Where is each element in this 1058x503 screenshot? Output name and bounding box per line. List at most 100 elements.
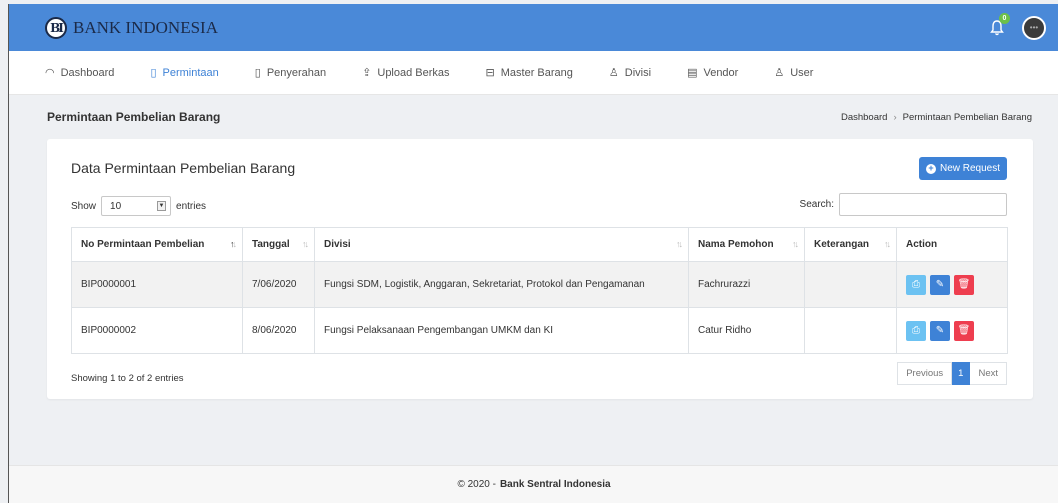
nav-item-penyerahan[interactable]: ▯ Penyerahan [254, 66, 327, 80]
print-button[interactable]: ⎙ [906, 274, 926, 295]
trash-icon: 🗑 [957, 325, 971, 336]
cell-action: ⎙ ✎ 🗑 [896, 307, 1008, 354]
column-header-divisi[interactable]: Divisi ↑↓ [314, 227, 689, 262]
main-nav: ◠ Dashboard ▯ Permintaan ▯ Penyerahan ⇪ … [9, 51, 1058, 95]
table-header-row: No Permintaan Pembelian ↑↓ Tanggal ↑↓ Divi… [71, 227, 1008, 262]
cell-divisi: Fungsi SDM, Logistik, Anggaran, Sekretar… [314, 261, 689, 308]
search-label: Search: [799, 199, 834, 210]
cell-action: ⎙ ✎ 🗑 [896, 261, 1008, 308]
nav-item-label: Upload Berkas [377, 66, 450, 79]
nav-item-label: Master Barang [500, 66, 573, 79]
table-info: Showing 1 to 2 of 2 entries [71, 373, 184, 384]
users-icon: ♙ [608, 67, 619, 79]
sort-icon: ↑↓ [302, 239, 309, 249]
nav-item-label: Dashboard [60, 66, 115, 79]
box-icon: ⊟ [485, 67, 495, 79]
data-card: Data Permintaan Pembelian Barang + New R… [47, 139, 1033, 399]
delete-button[interactable]: 🗑 [954, 274, 974, 295]
entries-label: entries [176, 200, 207, 212]
delete-button[interactable]: 🗑 [954, 320, 974, 341]
nav-item-label: User [790, 66, 814, 79]
pagination: Previous 1 Next [897, 362, 1007, 385]
footer-org: Bank Sentral Indonesia [499, 479, 611, 490]
nav-item-label: Penyerahan [266, 66, 327, 79]
card-title: Data Permintaan Pembelian Barang [71, 160, 296, 176]
table-row: BIP0000002 8/06/2020 Fungsi Pelaksanaan … [71, 307, 1008, 354]
notification-badge: 0 [999, 12, 1010, 24]
nav-item-label: Permintaan [162, 66, 219, 79]
page-footer: © 2020 - Bank Sentral Indonesia [9, 465, 1058, 503]
column-header-keterangan[interactable]: Keterangan ↑↓ [804, 227, 897, 262]
sort-icon: ↑↓ [676, 239, 683, 249]
pencil-icon: ✎ [935, 325, 945, 336]
cell-nama-pemohon: Catur Ridho [688, 307, 805, 354]
nav-item-vendor[interactable]: ▤ Vendor [687, 66, 739, 80]
nav-item-divisi[interactable]: ♙ Divisi [608, 66, 652, 80]
entries-select-value: 10 [110, 200, 122, 212]
page-title: Permintaan Pembelian Barang [47, 110, 221, 124]
cell-keterangan [804, 261, 897, 308]
clipboard-icon: ▯ [150, 67, 157, 79]
page-button-current[interactable]: 1 [952, 362, 971, 385]
sort-icon: ↑↓ [792, 239, 799, 249]
entries-length-control: Show 10 ▼ entries [71, 196, 206, 216]
next-page-button[interactable]: Next [970, 362, 1007, 385]
table-row: BIP0000001 7/06/2020 Fungsi SDM, Logisti… [71, 261, 1008, 308]
brand-name: BANK INDONESIA [73, 17, 218, 37]
column-header-no-permintaan[interactable]: No Permintaan Pembelian ↑↓ [71, 227, 243, 262]
cell-tanggal: 8/06/2020 [242, 307, 315, 354]
column-header-tanggal[interactable]: Tanggal ↑↓ [242, 227, 315, 262]
entries-select[interactable]: 10 ▼ [101, 196, 172, 216]
nav-item-master-barang[interactable]: ⊟ Master Barang [485, 66, 573, 80]
chevron-right-icon: › [893, 111, 897, 123]
edit-button[interactable]: ✎ [930, 320, 950, 341]
print-icon: ⎙ [912, 279, 920, 290]
nav-item-label: Vendor [703, 66, 739, 79]
nav-item-user[interactable]: ♙ User [774, 66, 814, 80]
footer-copyright: © 2020 - [457, 479, 496, 490]
sort-icon: ↑↓ [884, 239, 891, 249]
cell-no-permintaan: BIP0000002 [71, 307, 243, 354]
print-button[interactable]: ⎙ [906, 320, 926, 341]
new-request-label: New Request [939, 163, 1000, 174]
nav-item-permintaan[interactable]: ▯ Permintaan [150, 66, 219, 80]
breadcrumb-dashboard[interactable]: Dashboard [841, 112, 887, 123]
edit-button[interactable]: ✎ [930, 274, 950, 295]
clipboard-icon: ▯ [254, 67, 261, 79]
sort-asc-icon: ↑↓ [230, 239, 237, 249]
chevron-down-icon: ▼ [157, 201, 167, 211]
cell-tanggal: 7/06/2020 [242, 261, 315, 308]
column-header-action: Action [896, 227, 1008, 262]
print-icon: ⎙ [912, 325, 920, 336]
cell-divisi: Fungsi Pelaksanaan Pengembangan UMKM dan… [314, 307, 689, 354]
nav-item-upload-berkas[interactable]: ⇪ Upload Berkas [362, 66, 450, 80]
pencil-icon: ✎ [935, 279, 945, 290]
topbar: BI BANK INDONESIA 0 ••• [9, 4, 1058, 51]
avatar[interactable]: ••• [1022, 15, 1046, 40]
topbar-actions: 0 ••• [988, 12, 1046, 40]
nav-item-label: Divisi [624, 66, 652, 79]
requests-table: No Permintaan Pembelian ↑↓ Tanggal ↑↓ Divi… [71, 227, 1008, 354]
page-header: Permintaan Pembelian Barang Dashboard › … [9, 95, 1058, 139]
cell-keterangan [804, 307, 897, 354]
column-header-nama-pemohon[interactable]: Nama Pemohon ↑↓ [688, 227, 805, 262]
nav-item-dashboard[interactable]: ◠ Dashboard [45, 66, 115, 80]
breadcrumb-current: Permintaan Pembelian Barang [902, 111, 1032, 123]
store-icon: ▤ [687, 67, 698, 79]
trash-icon: 🗑 [957, 279, 971, 290]
user-icon: ♙ [774, 67, 785, 79]
bank-logo-icon: BI [45, 16, 67, 39]
breadcrumb: Dashboard › Permintaan Pembelian Barang [841, 112, 1032, 123]
cell-no-permintaan: BIP0000001 [71, 261, 243, 308]
dashboard-icon: ◠ [45, 67, 55, 79]
search-input[interactable] [839, 193, 1007, 216]
upload-icon: ⇪ [362, 67, 372, 79]
bell-icon[interactable]: 0 [988, 12, 1010, 38]
search-control: Search: [800, 193, 1007, 216]
new-request-button[interactable]: + New Request [918, 157, 1007, 180]
cell-nama-pemohon: Fachrurazzi [688, 261, 805, 308]
plus-circle-icon: + [925, 163, 936, 174]
previous-page-button[interactable]: Previous [897, 362, 953, 385]
app-window: BI BANK INDONESIA 0 ••• ◠ Dashboard ▯ Pe… [8, 4, 1058, 503]
brand-logo[interactable]: BI BANK INDONESIA [45, 16, 218, 39]
